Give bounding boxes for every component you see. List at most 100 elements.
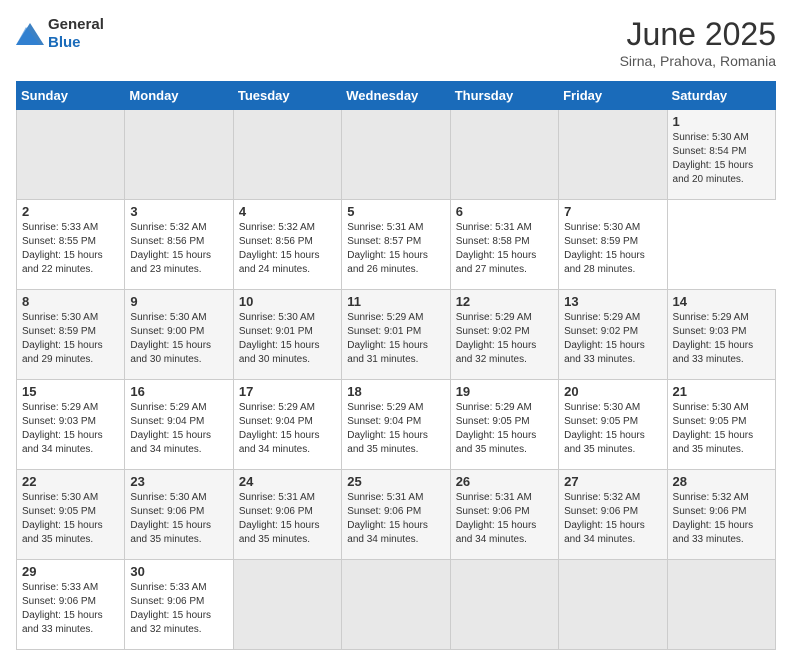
- calendar-cell: 21 Sunrise: 5:30 AMSunset: 9:05 PMDaylig…: [667, 380, 775, 470]
- day-info: Sunrise: 5:29 AMSunset: 9:05 PMDaylight:…: [456, 402, 537, 455]
- weekday-header: Wednesday: [342, 82, 450, 110]
- calendar-cell: 30 Sunrise: 5:33 AMSunset: 9:06 PMDaylig…: [125, 560, 233, 650]
- calendar-cell: [450, 110, 558, 200]
- day-number: 25: [347, 474, 444, 489]
- calendar-cell: [559, 560, 667, 650]
- day-number: 29: [22, 564, 119, 579]
- calendar-cell: [233, 560, 341, 650]
- day-number: 13: [564, 294, 661, 309]
- day-info: Sunrise: 5:32 AMSunset: 9:06 PMDaylight:…: [564, 492, 645, 545]
- day-number: 1: [673, 114, 770, 129]
- day-number: 14: [673, 294, 770, 309]
- calendar-cell: 14 Sunrise: 5:29 AMSunset: 9:03 PMDaylig…: [667, 290, 775, 380]
- calendar-cell: 11 Sunrise: 5:29 AMSunset: 9:01 PMDaylig…: [342, 290, 450, 380]
- calendar-cell: 8 Sunrise: 5:30 AMSunset: 8:59 PMDayligh…: [17, 290, 125, 380]
- calendar-cell: [667, 560, 775, 650]
- day-info: Sunrise: 5:29 AMSunset: 9:02 PMDaylight:…: [456, 312, 537, 365]
- calendar-cell: 10 Sunrise: 5:30 AMSunset: 9:01 PMDaylig…: [233, 290, 341, 380]
- weekday-header: Saturday: [667, 82, 775, 110]
- calendar-cell: [125, 110, 233, 200]
- location: Sirna, Prahova, Romania: [620, 53, 776, 69]
- day-number: 7: [564, 204, 661, 219]
- day-number: 24: [239, 474, 336, 489]
- calendar-cell: 26 Sunrise: 5:31 AMSunset: 9:06 PMDaylig…: [450, 470, 558, 560]
- day-number: 30: [130, 564, 227, 579]
- calendar-cell: 28 Sunrise: 5:32 AMSunset: 9:06 PMDaylig…: [667, 470, 775, 560]
- day-number: 2: [22, 204, 119, 219]
- weekday-header: Tuesday: [233, 82, 341, 110]
- weekday-header: Friday: [559, 82, 667, 110]
- day-info: Sunrise: 5:32 AMSunset: 9:06 PMDaylight:…: [673, 492, 754, 545]
- calendar-table: SundayMondayTuesdayWednesdayThursdayFrid…: [16, 81, 776, 650]
- calendar-cell: 22 Sunrise: 5:30 AMSunset: 9:05 PMDaylig…: [17, 470, 125, 560]
- calendar-cell: [559, 110, 667, 200]
- day-number: 21: [673, 384, 770, 399]
- calendar-cell: 17 Sunrise: 5:29 AMSunset: 9:04 PMDaylig…: [233, 380, 341, 470]
- day-info: Sunrise: 5:33 AMSunset: 8:55 PMDaylight:…: [22, 222, 103, 275]
- calendar-cell: 2 Sunrise: 5:33 AMSunset: 8:55 PMDayligh…: [17, 200, 125, 290]
- logo: General Blue: [16, 16, 104, 52]
- day-info: Sunrise: 5:30 AMSunset: 9:00 PMDaylight:…: [130, 312, 211, 365]
- weekday-header: Sunday: [17, 82, 125, 110]
- day-number: 26: [456, 474, 553, 489]
- day-info: Sunrise: 5:30 AMSunset: 9:05 PMDaylight:…: [22, 492, 103, 545]
- day-info: Sunrise: 5:30 AMSunset: 8:59 PMDaylight:…: [22, 312, 103, 365]
- day-number: 11: [347, 294, 444, 309]
- calendar-cell: 15 Sunrise: 5:29 AMSunset: 9:03 PMDaylig…: [17, 380, 125, 470]
- calendar-cell: [450, 560, 558, 650]
- day-number: 18: [347, 384, 444, 399]
- title-block: June 2025 Sirna, Prahova, Romania: [620, 16, 776, 69]
- page-header: General Blue June 2025 Sirna, Prahova, R…: [16, 16, 776, 69]
- logo-blue: Blue: [48, 34, 81, 51]
- day-info: Sunrise: 5:33 AMSunset: 9:06 PMDaylight:…: [130, 582, 211, 635]
- day-info: Sunrise: 5:30 AMSunset: 9:06 PMDaylight:…: [130, 492, 211, 545]
- calendar-cell: 29 Sunrise: 5:33 AMSunset: 9:06 PMDaylig…: [17, 560, 125, 650]
- day-number: 6: [456, 204, 553, 219]
- day-number: 12: [456, 294, 553, 309]
- day-number: 16: [130, 384, 227, 399]
- calendar-cell: 20 Sunrise: 5:30 AMSunset: 9:05 PMDaylig…: [559, 380, 667, 470]
- day-number: 22: [22, 474, 119, 489]
- calendar-cell: 5 Sunrise: 5:31 AMSunset: 8:57 PMDayligh…: [342, 200, 450, 290]
- day-number: 17: [239, 384, 336, 399]
- day-info: Sunrise: 5:30 AMSunset: 9:01 PMDaylight:…: [239, 312, 320, 365]
- calendar-cell: [17, 110, 125, 200]
- calendar-cell: 3 Sunrise: 5:32 AMSunset: 8:56 PMDayligh…: [125, 200, 233, 290]
- day-info: Sunrise: 5:31 AMSunset: 9:06 PMDaylight:…: [239, 492, 320, 545]
- calendar-cell: 13 Sunrise: 5:29 AMSunset: 9:02 PMDaylig…: [559, 290, 667, 380]
- day-info: Sunrise: 5:30 AMSunset: 9:05 PMDaylight:…: [564, 402, 645, 455]
- day-info: Sunrise: 5:33 AMSunset: 9:06 PMDaylight:…: [22, 582, 103, 635]
- calendar-cell: 18 Sunrise: 5:29 AMSunset: 9:04 PMDaylig…: [342, 380, 450, 470]
- calendar-cell: 9 Sunrise: 5:30 AMSunset: 9:00 PMDayligh…: [125, 290, 233, 380]
- logo-general: General: [48, 16, 104, 33]
- calendar-cell: [342, 110, 450, 200]
- day-number: 10: [239, 294, 336, 309]
- calendar-cell: 27 Sunrise: 5:32 AMSunset: 9:06 PMDaylig…: [559, 470, 667, 560]
- calendar-cell: 16 Sunrise: 5:29 AMSunset: 9:04 PMDaylig…: [125, 380, 233, 470]
- day-number: 28: [673, 474, 770, 489]
- day-info: Sunrise: 5:29 AMSunset: 9:03 PMDaylight:…: [673, 312, 754, 365]
- calendar-cell: 4 Sunrise: 5:32 AMSunset: 8:56 PMDayligh…: [233, 200, 341, 290]
- day-number: 20: [564, 384, 661, 399]
- day-info: Sunrise: 5:31 AMSunset: 8:58 PMDaylight:…: [456, 222, 537, 275]
- logo-icon: [16, 23, 44, 45]
- day-number: 19: [456, 384, 553, 399]
- month-title: June 2025: [620, 16, 776, 53]
- calendar-cell: 12 Sunrise: 5:29 AMSunset: 9:02 PMDaylig…: [450, 290, 558, 380]
- weekday-header: Monday: [125, 82, 233, 110]
- day-number: 23: [130, 474, 227, 489]
- day-info: Sunrise: 5:29 AMSunset: 9:03 PMDaylight:…: [22, 402, 103, 455]
- day-number: 8: [22, 294, 119, 309]
- day-number: 27: [564, 474, 661, 489]
- day-info: Sunrise: 5:29 AMSunset: 9:01 PMDaylight:…: [347, 312, 428, 365]
- calendar-cell: 7 Sunrise: 5:30 AMSunset: 8:59 PMDayligh…: [559, 200, 667, 290]
- day-number: 9: [130, 294, 227, 309]
- day-info: Sunrise: 5:30 AMSunset: 8:54 PMDaylight:…: [673, 132, 754, 185]
- calendar-cell: [233, 110, 341, 200]
- day-info: Sunrise: 5:31 AMSunset: 9:06 PMDaylight:…: [347, 492, 428, 545]
- calendar-cell: [342, 560, 450, 650]
- day-number: 15: [22, 384, 119, 399]
- calendar-cell: 6 Sunrise: 5:31 AMSunset: 8:58 PMDayligh…: [450, 200, 558, 290]
- calendar-cell: 25 Sunrise: 5:31 AMSunset: 9:06 PMDaylig…: [342, 470, 450, 560]
- calendar-cell: 19 Sunrise: 5:29 AMSunset: 9:05 PMDaylig…: [450, 380, 558, 470]
